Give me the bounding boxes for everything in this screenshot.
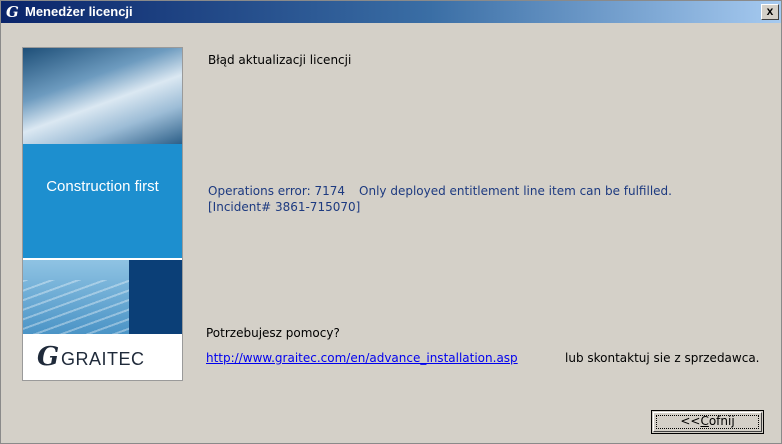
tagline: Construction first [46, 178, 159, 195]
error-code: Operations error: 7174 [208, 184, 346, 198]
error-line: Operations error: 7174 Only deployed enti… [208, 184, 672, 198]
close-button[interactable]: x [761, 4, 779, 20]
contact-text: lub skontaktuj sie z sprzedawca. [565, 351, 760, 365]
structure-image [23, 260, 182, 334]
structure-lines [23, 280, 129, 334]
graitec-app-icon: G [6, 3, 19, 21]
building-image [23, 48, 182, 144]
back-button-rest: ofnij [708, 414, 735, 428]
back-button-label: <<Cofnij [652, 414, 763, 428]
back-button[interactable]: <<Cofnij [651, 410, 764, 434]
license-manager-window: G Menedżer licencji x Construction first… [0, 0, 782, 444]
graitec-logo-icon: G [37, 342, 60, 372]
graitec-logo-text: GRAITEC [61, 349, 145, 369]
page-title: Błąd aktualizacji licencji [208, 53, 352, 67]
back-button-mnemonic: C [700, 414, 709, 428]
back-button-prefix: << [680, 414, 701, 428]
title-bar[interactable]: G Menedżer licencji x [1, 1, 781, 23]
graitec-logo: G GRAITEC [23, 335, 182, 380]
incident-id: [Incident# 3861-715070] [208, 200, 361, 214]
sidebar-banner: Construction first G GRAITEC [22, 47, 183, 381]
help-link[interactable]: http://www.graitec.com/en/advance_instal… [206, 351, 518, 365]
error-message: Only deployed entitlement line item can … [359, 184, 672, 198]
navy-block [129, 260, 182, 334]
help-label: Potrzebujesz pomocy? [206, 326, 340, 340]
tagline-panel: Construction first [23, 144, 182, 258]
window-title: Menedżer licencji [25, 4, 133, 19]
